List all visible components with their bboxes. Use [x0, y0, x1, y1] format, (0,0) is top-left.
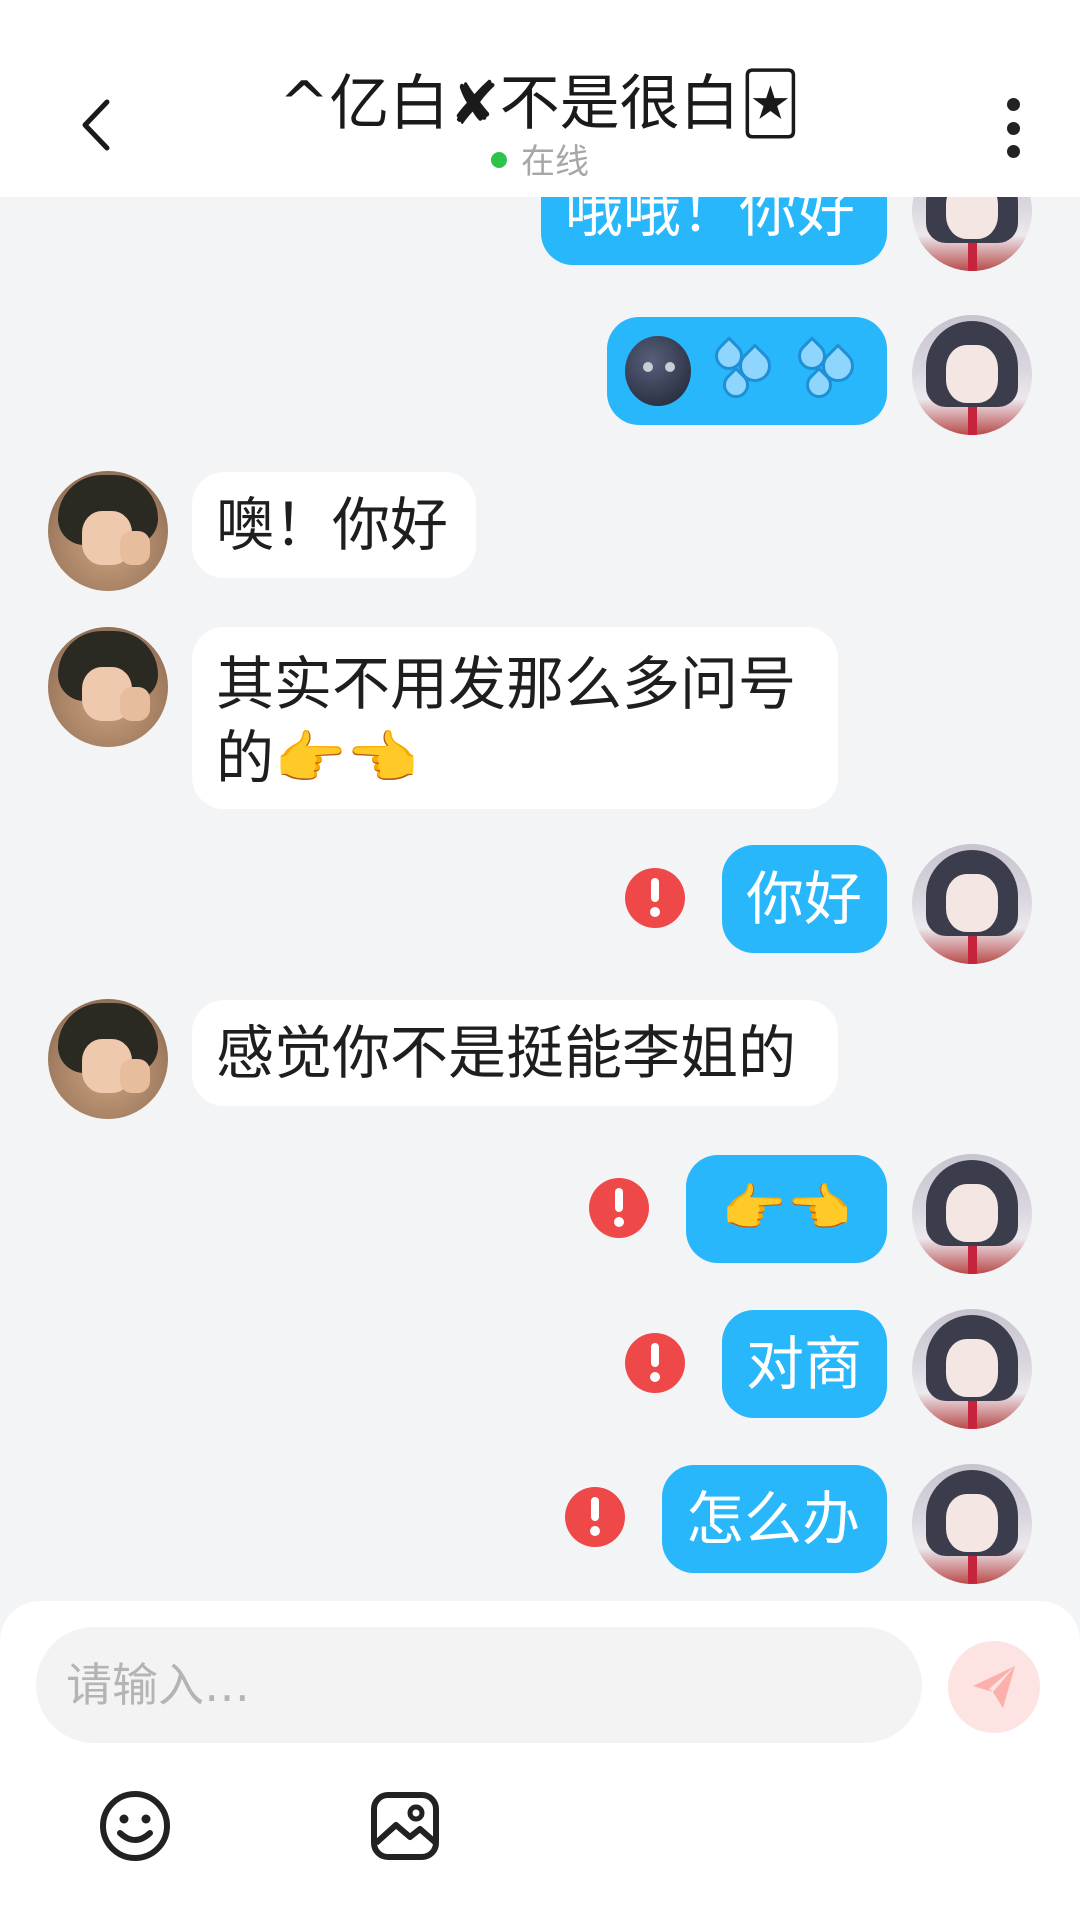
- my-avatar[interactable]: [912, 844, 1032, 964]
- online-status: 在线: [0, 140, 1080, 184]
- send-failed-icon[interactable]: [589, 1178, 649, 1238]
- send-button[interactable]: [948, 1641, 1040, 1733]
- image-icon: [371, 1792, 439, 1860]
- message-input[interactable]: [36, 1627, 922, 1743]
- avatar-face: [946, 1339, 998, 1397]
- send-failed-icon[interactable]: [625, 1333, 685, 1393]
- message-bubble-sent[interactable]: 怎么办: [662, 1465, 887, 1573]
- message-bubble-sent[interactable]: 你好: [722, 845, 887, 953]
- avatar-face: [946, 345, 998, 403]
- message-text: 其实不用发那么多问号的👉👈: [216, 650, 797, 792]
- exclamation-icon: [590, 1497, 600, 1536]
- send-failed-icon[interactable]: [625, 868, 685, 928]
- my-avatar[interactable]: [912, 1464, 1032, 1584]
- more-dot: [1006, 121, 1020, 135]
- message-bubble-received[interactable]: 噢！你好: [192, 472, 476, 578]
- emoji-button[interactable]: [98, 1789, 172, 1863]
- avatar-face: [946, 1494, 998, 1552]
- avatar-hand: [120, 531, 150, 565]
- message-bubble-received[interactable]: 其实不用发那么多问号的👉👈: [192, 627, 838, 809]
- avatar-hand: [120, 687, 150, 721]
- avatar-face: [946, 1184, 998, 1242]
- online-status-label: 在线: [521, 142, 589, 182]
- message-text: 哦哦！你好: [565, 197, 856, 245]
- contact-avatar[interactable]: [48, 999, 168, 1119]
- contact-avatar[interactable]: [48, 627, 168, 747]
- exclamation-icon: [614, 1188, 624, 1227]
- avatar-face: [946, 197, 998, 239]
- sweat-droplets-icon: [708, 336, 780, 404]
- new-moon-face-icon: [625, 336, 691, 406]
- avatar-tie: [968, 407, 977, 435]
- more-options-button[interactable]: [995, 98, 1031, 158]
- my-avatar[interactable]: [912, 197, 1032, 271]
- message-bubble-received[interactable]: 感觉你不是挺能李姐的: [192, 1000, 838, 1106]
- more-dot: [1006, 98, 1020, 111]
- message-text: 感觉你不是挺能李姐的: [216, 1019, 797, 1087]
- exclamation-icon: [650, 878, 660, 917]
- message-text: 噢！你好: [216, 491, 449, 559]
- message-bubble-sent[interactable]: 哦哦！你好: [541, 197, 887, 265]
- smiley-icon: [100, 1791, 170, 1861]
- message-composer: [0, 1601, 1080, 1920]
- send-icon: [973, 1666, 1015, 1708]
- message-bubble-sent[interactable]: 👉👈: [686, 1155, 887, 1263]
- avatar-tie: [968, 243, 977, 271]
- message-list[interactable]: 哦哦！你好 噢！你好 其实不用发那么多问号的👉👈 你好 感觉你不是挺能李姐的 👉…: [0, 197, 1080, 1601]
- avatar-hand: [120, 1059, 150, 1093]
- message-bubble-sent[interactable]: [607, 317, 887, 425]
- avatar-tie: [968, 936, 977, 964]
- message-text: 👉👈: [721, 1179, 852, 1239]
- my-avatar[interactable]: [912, 1309, 1032, 1429]
- contact-avatar[interactable]: [48, 471, 168, 591]
- my-avatar[interactable]: [912, 315, 1032, 435]
- message-text: 对商: [746, 1330, 863, 1398]
- send-failed-icon[interactable]: [565, 1487, 625, 1547]
- avatar-tie: [968, 1246, 977, 1274]
- message-text: 你好: [746, 865, 863, 933]
- chat-header: ^亿白✘不是很白🃏 在线: [0, 0, 1080, 197]
- image-button[interactable]: [368, 1789, 442, 1863]
- message-bubble-sent[interactable]: 对商: [722, 1310, 887, 1418]
- my-avatar[interactable]: [912, 1154, 1032, 1274]
- sweat-droplets-icon: [791, 336, 863, 404]
- message-text: 怎么办: [686, 1485, 861, 1553]
- contact-name: ^亿白✘不是很白🃏: [279, 69, 801, 139]
- avatar-tie: [968, 1401, 977, 1429]
- avatar-tie: [968, 1556, 977, 1584]
- avatar-face: [946, 874, 998, 932]
- more-dot: [1006, 145, 1020, 158]
- exclamation-icon: [650, 1343, 660, 1382]
- online-dot-icon: [491, 151, 507, 168]
